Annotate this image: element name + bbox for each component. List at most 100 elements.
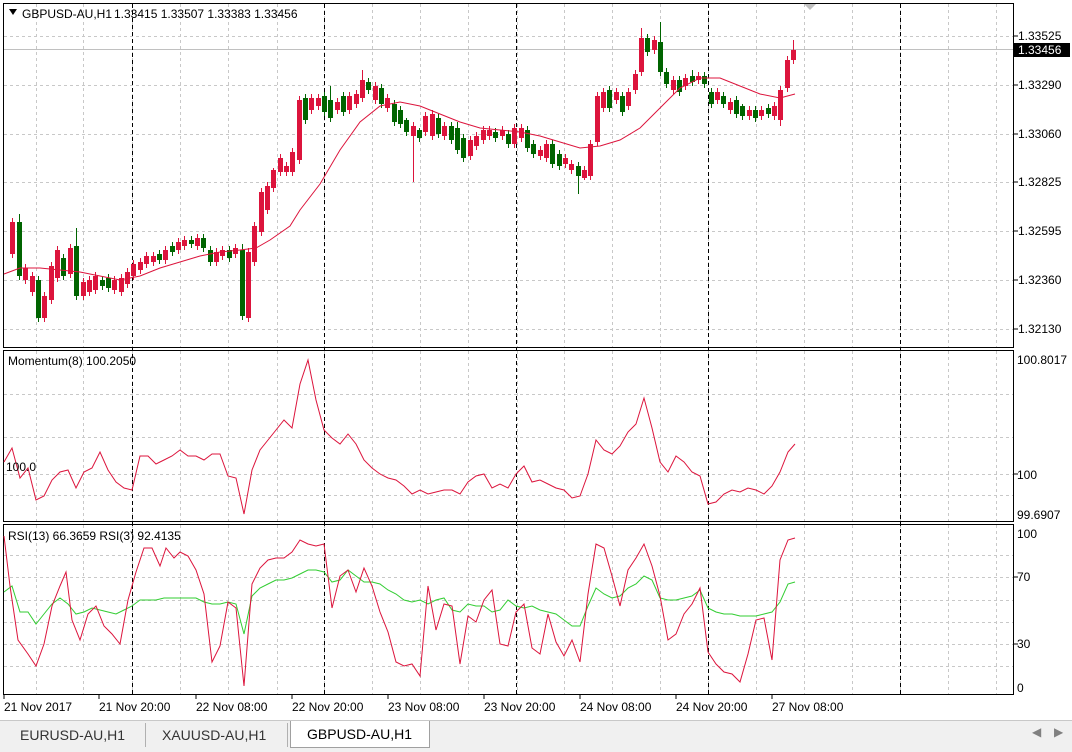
scroll-left-icon[interactable]: ◀ [1032, 725, 1041, 739]
candle-body [664, 72, 669, 84]
candle-body [582, 170, 587, 178]
momentum-axis: 100.8017 100 99.6907 [1013, 353, 1067, 522]
candle-body [240, 250, 245, 316]
time-tick: 23 Nov 08:00 [388, 700, 460, 714]
candle-body [753, 110, 758, 118]
candle-body [468, 140, 473, 156]
rsi-tick: 100 [1017, 527, 1037, 541]
candle-body [316, 98, 321, 106]
candle-body [398, 110, 403, 124]
candle-body [404, 120, 409, 132]
candle-body [633, 74, 638, 90]
scroll-right-icon[interactable]: ▶ [1054, 725, 1063, 739]
momentum-tick: 100 [1017, 468, 1037, 482]
candle-body [481, 130, 486, 140]
candle-body [144, 256, 149, 264]
candle-body [385, 98, 390, 108]
candle-body [220, 250, 225, 256]
candle-body [652, 40, 657, 50]
candle-body [778, 90, 783, 120]
ohlc-label: 1.33415 1.33507 1.33383 1.33456 [114, 7, 298, 21]
candle-body [392, 104, 397, 122]
candle-body [23, 268, 28, 280]
candle-body [576, 166, 581, 176]
candle-body [297, 100, 302, 160]
candle-body [347, 96, 352, 110]
candle-body [360, 80, 365, 98]
candle-body [544, 144, 549, 158]
candle-body [721, 96, 726, 104]
candle-body [176, 242, 181, 250]
candle-body [766, 108, 771, 114]
candle-body [335, 102, 340, 110]
candle-body [252, 226, 257, 262]
time-tick: 21 Nov 2017 [4, 700, 72, 714]
candle-body [81, 282, 86, 296]
current-price-label: 1.33456 [1018, 43, 1062, 57]
candle-body [87, 280, 92, 292]
price-tick: 1.32825 [1018, 175, 1062, 189]
candle-body [182, 240, 187, 246]
candle-body [709, 92, 714, 104]
candle-body [379, 88, 384, 104]
candle-body [271, 170, 276, 188]
tab-eurusd[interactable]: EURUSD-AU,H1 [4, 723, 146, 747]
candle-body [354, 94, 359, 104]
candle-body [671, 80, 676, 90]
time-tick: 21 Nov 20:00 [99, 700, 171, 714]
candle-body [740, 106, 745, 116]
candle-body [442, 126, 447, 136]
candle-body [531, 144, 536, 154]
rsi-axis: 100 70 30 0 [1013, 527, 1037, 695]
time-tick: 24 Nov 08:00 [580, 700, 652, 714]
candle-body [569, 164, 574, 170]
main-panel[interactable] [3, 3, 1014, 348]
momentum-level-label: 100.0 [6, 460, 36, 474]
price-tick: 1.33525 [1018, 29, 1062, 43]
candle-body [645, 38, 650, 52]
candle-body [284, 166, 289, 172]
candle-body [170, 246, 175, 252]
candle-body [595, 96, 600, 142]
rsi-tick: 70 [1017, 570, 1031, 584]
candle-body [157, 254, 162, 260]
candle-body [759, 110, 764, 116]
candle-body [626, 92, 631, 106]
rsi-label: RSI(13) 66.3659 RSI(3) 92.4135 [8, 529, 181, 543]
candle-body [278, 158, 283, 172]
candle-body [658, 42, 663, 72]
candle-body [512, 128, 517, 144]
candle-body [728, 102, 733, 110]
candle-body [30, 276, 35, 292]
tab-gbpusd[interactable]: GBPUSD-AU,H1 [290, 721, 430, 748]
rsi-tick: 30 [1017, 637, 1031, 651]
candle-body [620, 96, 625, 112]
candle-body [715, 92, 720, 100]
candle-body [538, 150, 543, 156]
rsi-tick: 0 [1017, 681, 1024, 695]
candle-body [201, 238, 206, 248]
candle-body [42, 296, 47, 318]
trading-chart[interactable]: GBPUSD-AU,H1 1.33415 1.33507 1.33383 1.3… [0, 0, 1072, 718]
candle-body [290, 152, 295, 172]
tab-xauusd[interactable]: XAUUSD-AU,H1 [146, 723, 288, 747]
candle-body [106, 278, 111, 288]
momentum-label: Momentum(8) 100.2050 [8, 354, 136, 368]
candle-body [309, 98, 314, 110]
candle-body [131, 264, 136, 276]
candle-body [607, 90, 612, 108]
candle-body [747, 110, 752, 116]
candle-body [772, 106, 777, 116]
candle-body [550, 144, 555, 164]
candle-body [55, 250, 60, 278]
rsi-panel[interactable] [3, 524, 1014, 695]
candle-body [208, 250, 213, 262]
price-axis: 1.33525 1.33456 1.33290 1.33060 1.32825 … [1013, 29, 1070, 336]
price-tick: 1.33290 [1018, 78, 1062, 92]
time-tick: 22 Nov 08:00 [196, 700, 268, 714]
symbol-label: GBPUSD-AU,H1 [22, 7, 112, 21]
candle-body [93, 276, 98, 290]
candle-body [455, 128, 460, 150]
candle-body [417, 130, 422, 138]
momentum-tick: 100.8017 [1017, 353, 1067, 367]
